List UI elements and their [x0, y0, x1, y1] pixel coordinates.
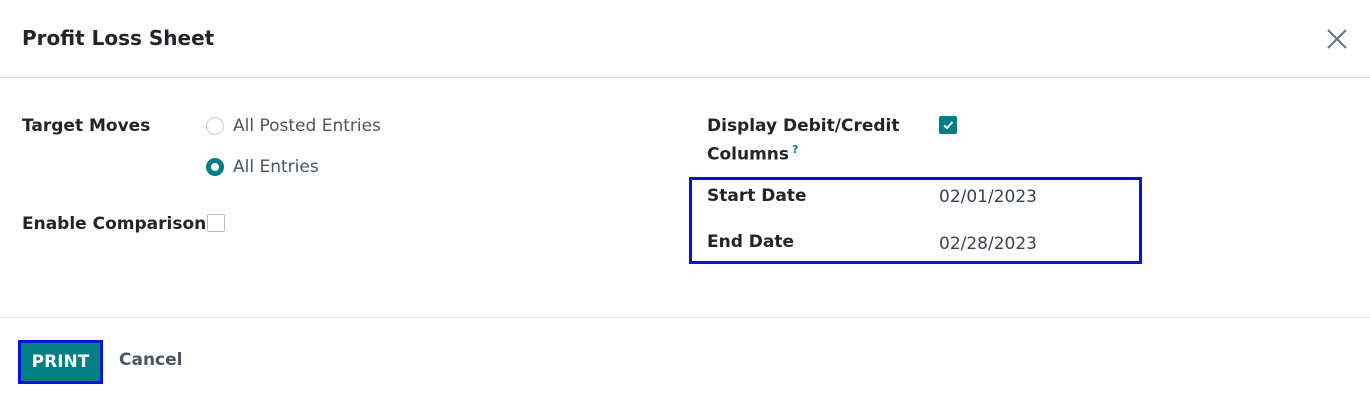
display-debit-credit-checkbox[interactable]	[939, 116, 957, 134]
radio-button[interactable]	[206, 117, 224, 135]
dialog-header: Profit Loss Sheet	[0, 0, 1370, 78]
radio-label-all-entries: All Entries	[233, 157, 319, 177]
checkmark-icon	[943, 121, 954, 130]
start-date-field[interactable]: 02/01/2023	[939, 187, 1037, 207]
end-date-field[interactable]: 02/28/2023	[939, 234, 1037, 254]
dialog-footer: PRINT Cancel	[0, 317, 1370, 404]
cancel-button[interactable]: Cancel	[119, 350, 182, 370]
display-debit-credit-label-line2: Columns	[707, 144, 790, 165]
radio-button-selected[interactable]	[206, 158, 224, 176]
radio-all-posted-entries[interactable]: All Posted Entries	[206, 116, 381, 136]
close-icon[interactable]	[1322, 24, 1352, 54]
print-button[interactable]: PRINT	[18, 340, 103, 384]
display-debit-credit-label-line2-wrap: Columns?	[707, 143, 798, 165]
display-debit-credit-label-line1: Display Debit/Credit	[707, 116, 900, 136]
help-icon[interactable]: ?	[792, 143, 798, 156]
display-debit-credit-label: Display Debit/Credit	[707, 116, 900, 136]
target-moves-label: Target Moves	[22, 116, 151, 136]
enable-comparison-label: Enable Comparison	[22, 214, 207, 234]
end-date-label: End Date	[707, 232, 795, 252]
enable-comparison-checkbox[interactable]	[207, 214, 225, 232]
radio-all-entries[interactable]: All Entries	[206, 157, 319, 177]
radio-label-all-posted: All Posted Entries	[233, 116, 381, 136]
start-date-label: Start Date	[707, 186, 807, 206]
dialog-title: Profit Loss Sheet	[22, 26, 215, 50]
